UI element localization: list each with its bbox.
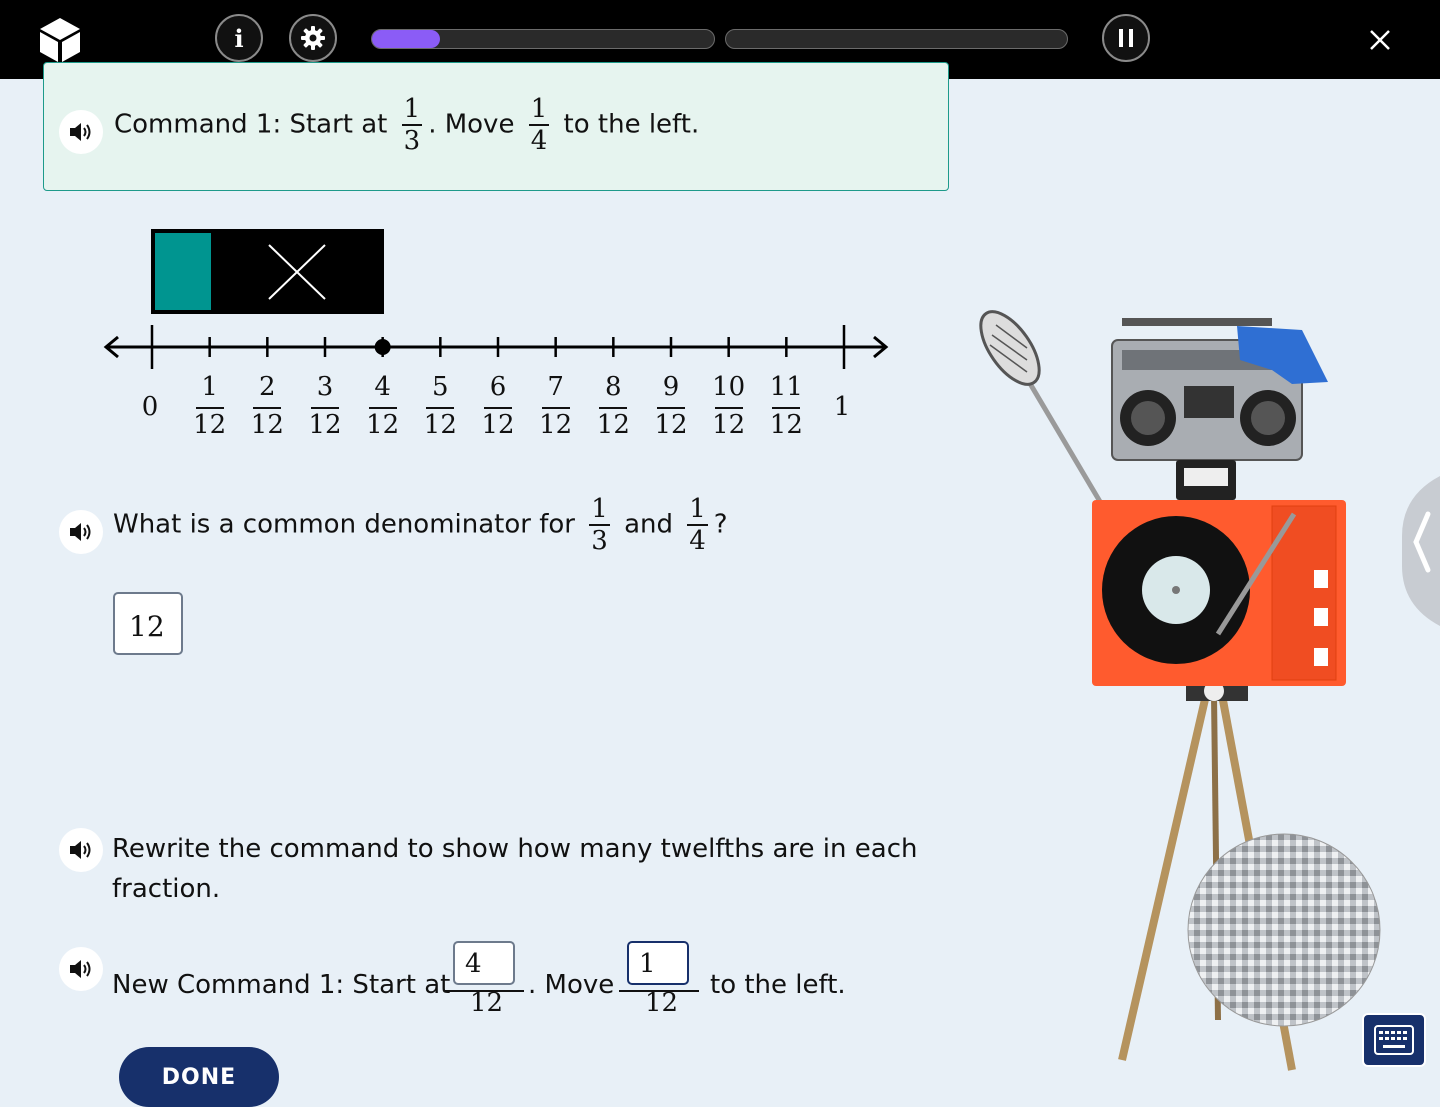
speaker-icon [70, 123, 91, 141]
number-line-label-numerator: 3 [316, 372, 334, 402]
music-robot-illustration [979, 310, 1381, 1071]
progress-fill [372, 30, 441, 48]
cube-logo-icon[interactable] [38, 16, 82, 64]
speaker-icon [70, 960, 91, 978]
fraction-bar [657, 407, 685, 409]
number-line-label-denominator: 12 [712, 410, 746, 440]
speaker-button[interactable] [59, 510, 103, 554]
gear-icon [301, 26, 325, 50]
fraction-bar [368, 407, 397, 409]
speaker-icon [70, 523, 91, 541]
number-line-label-numerator: 11 [769, 372, 803, 402]
new-command-middle: . Move [528, 970, 615, 1000]
number-line-label-numerator: 4 [374, 372, 391, 402]
number-line-label-zero: 0 [141, 392, 159, 422]
fraction-model-bar [151, 229, 384, 314]
fraction-bar [311, 407, 339, 409]
move-numerator-input[interactable]: 1 [627, 941, 689, 985]
number-line-label-denominator: 12 [366, 410, 400, 440]
number-line-label-numerator: 1 [201, 372, 218, 402]
close-icon[interactable] [1364, 24, 1396, 56]
number-line-label-numerator: 9 [662, 372, 680, 402]
number-line-label-denominator: 12 [481, 410, 515, 440]
start-numerator-input[interactable]: 4 [453, 941, 515, 985]
fraction-bar [714, 407, 743, 409]
number-line-label-one: 1 [833, 392, 851, 422]
move-denominator: 12 [645, 988, 679, 1018]
number-line-label-numerator: 6 [489, 372, 507, 402]
speaker-button[interactable] [59, 110, 103, 154]
number-line-label-numerator: 2 [259, 372, 276, 402]
number-line-label-denominator: 12 [250, 410, 284, 440]
marked-point [374, 339, 391, 355]
info-button[interactable]: i [215, 14, 263, 62]
fraction: 13 [401, 94, 423, 156]
number-line-label-denominator: 12 [308, 410, 342, 440]
settings-button[interactable] [289, 14, 337, 62]
question-1-text: What is a common denominator for 13 and … [113, 494, 728, 556]
question-2-line-1: Rewrite the command to show how many twe… [112, 834, 918, 864]
start-denominator: 12 [470, 988, 504, 1018]
shaded-part [155, 233, 211, 310]
side-panel-toggle[interactable] [1402, 476, 1440, 626]
new-command-suffix: to the left. [710, 970, 846, 1000]
command-text: Command 1: Start at 13. Move 14 to the l… [114, 94, 700, 156]
fraction-bar [253, 407, 282, 409]
fraction: 14 [687, 494, 708, 556]
question-2-line-2: fraction. [112, 874, 221, 904]
done-button[interactable]: DONE [119, 1047, 279, 1107]
number-line-label-denominator: 12 [423, 410, 457, 440]
speaker-button[interactable] [59, 947, 103, 991]
speaker-button[interactable] [59, 828, 103, 872]
fraction-bar [195, 407, 224, 409]
info-icon: i [234, 23, 244, 53]
number-line-label-denominator: 12 [769, 410, 803, 440]
fraction-bar [484, 407, 512, 409]
number-line-label-numerator: 5 [432, 372, 449, 402]
fraction-bar [541, 407, 570, 409]
fraction-bar [772, 407, 801, 409]
number-line-label-denominator: 12 [596, 410, 630, 440]
number-line [103, 325, 889, 369]
progress-bar-1 [371, 29, 715, 49]
speaker-icon [70, 841, 91, 859]
number-line-label-denominator: 12 [654, 410, 688, 440]
number-line-label-numerator: 10 [712, 372, 746, 402]
number-line-label-denominator: 12 [193, 410, 227, 440]
pause-icon [1119, 29, 1133, 47]
fraction: 13 [589, 494, 610, 556]
number-line-label-denominator: 12 [539, 410, 573, 440]
cross-mark-icon [268, 244, 326, 300]
new-command-prefix: New Command 1: Start at [112, 970, 451, 1000]
fraction-bar [426, 407, 455, 409]
pause-button[interactable] [1102, 14, 1150, 62]
fraction: 14 [528, 94, 550, 156]
number-line-label-numerator: 8 [605, 372, 622, 402]
common-denominator-input[interactable]: 12 [113, 592, 183, 655]
fraction-bar [599, 407, 628, 409]
progress-bar-2 [725, 29, 1068, 49]
number-line-label-numerator: 7 [547, 372, 564, 402]
